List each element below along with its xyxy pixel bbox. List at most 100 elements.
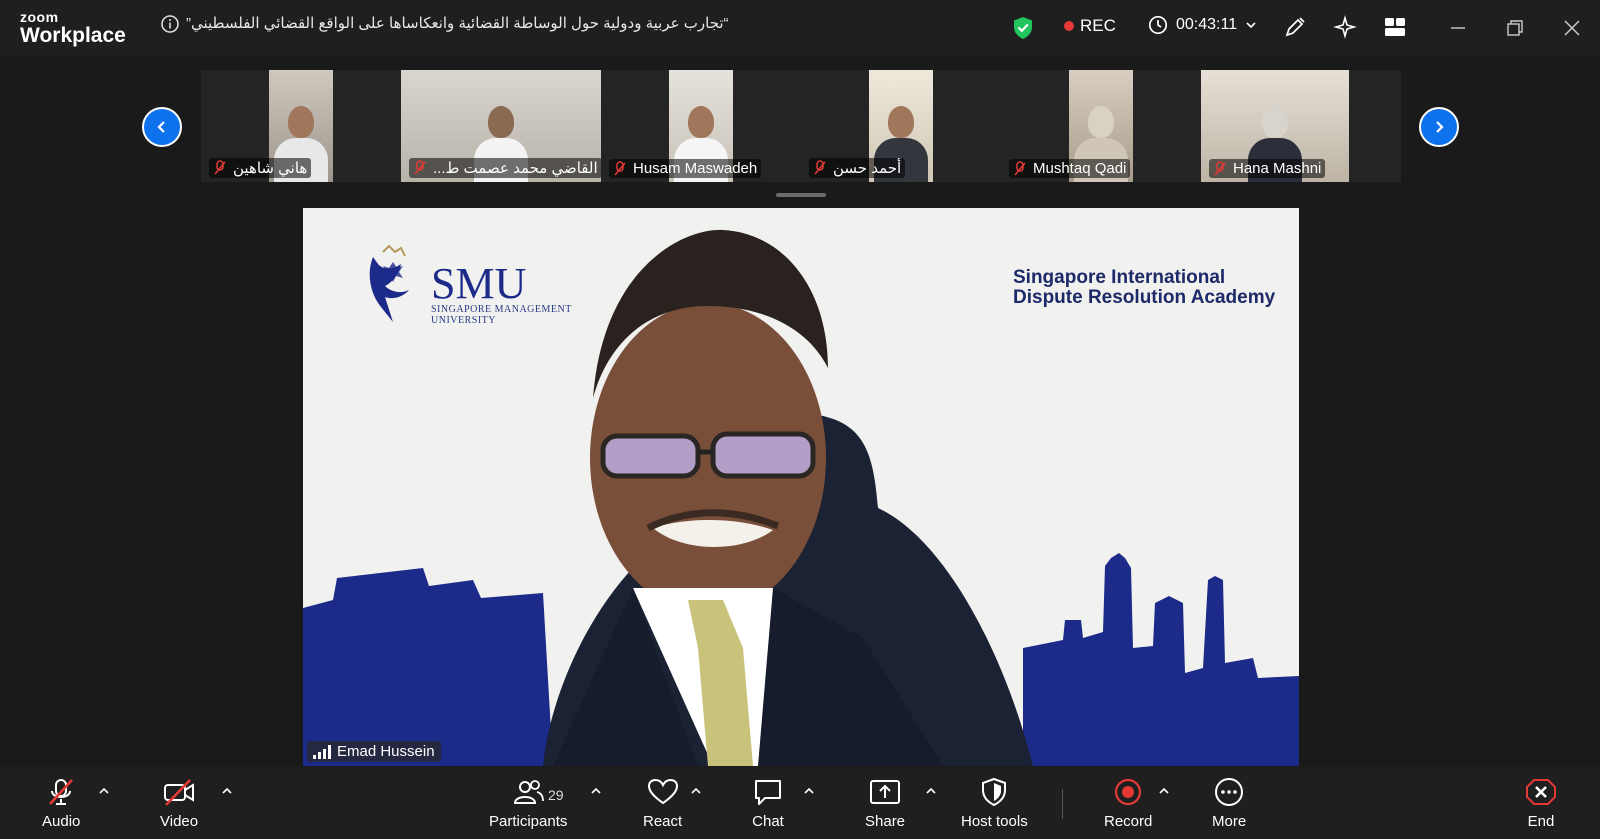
info-icon[interactable] [160, 14, 180, 34]
mic-muted-icon [214, 160, 226, 175]
recording-indicator[interactable]: REC [1064, 16, 1116, 36]
react-label: React [643, 813, 683, 830]
clock-icon [1148, 15, 1168, 35]
filmstrip-resize-handle[interactable] [776, 193, 826, 197]
chevron-left-icon [157, 121, 165, 133]
video-options-caret-icon[interactable] [221, 785, 233, 797]
participant-tile[interactable]: أحمد حسن [801, 70, 1001, 182]
host-tools-button[interactable]: Host tools [961, 777, 1028, 830]
participant-name: Hana Mashni [1233, 160, 1322, 177]
video-label: Video [160, 813, 199, 830]
react-button[interactable]: React [643, 777, 682, 830]
participant-head [888, 106, 914, 138]
ai-companion-sparkle-icon[interactable] [1333, 15, 1357, 39]
chat-button[interactable]: Chat [751, 777, 785, 830]
mic-muted-icon [49, 779, 74, 805]
record-label: Record [1104, 813, 1153, 830]
academy-line-1: Singapore International [1013, 267, 1226, 288]
title-bar: zoom Workplace “تجارب عربية ودولية حول ا… [0, 0, 1600, 56]
participant-name-tag: Husam Maswadeh [609, 159, 762, 178]
participant-tile[interactable]: Hana Mashni [1201, 70, 1401, 182]
meeting-timer[interactable]: 00:43:11 [1148, 15, 1257, 35]
participant-filmstrip: هاني شاهين القاضي محمد عصمت ط... Husam M… [201, 70, 1401, 182]
mic-muted-icon [414, 160, 426, 175]
more-dots-icon [1215, 778, 1244, 806]
audio-button[interactable]: Audio [42, 777, 80, 830]
participant-head [488, 106, 514, 138]
participant-name-tag: هاني شاهين [209, 158, 312, 178]
record-dot-icon [1064, 21, 1074, 31]
share-options-caret-icon[interactable] [925, 785, 937, 797]
participants-options-caret-icon[interactable] [590, 785, 602, 797]
filmstrip-prev-button[interactable] [142, 107, 182, 147]
record-icon [1115, 778, 1142, 806]
chat-bubble-icon [755, 780, 781, 805]
active-speaker-video[interactable]: SMU SINGAPORE MANAGEMENT UNIVERSITY Sing… [303, 208, 1299, 766]
participant-tile[interactable]: Husam Maswadeh [601, 70, 801, 182]
participant-tile[interactable]: هاني شاهين [201, 70, 401, 182]
minimize-icon[interactable] [1446, 16, 1470, 40]
participants-button[interactable]: Participants [489, 777, 567, 830]
record-options-caret-icon[interactable] [1158, 785, 1170, 797]
close-icon[interactable] [1560, 16, 1584, 40]
participants-count: 29 [548, 787, 564, 803]
academy-title: Singapore International Dispute Resoluti… [1013, 268, 1275, 308]
video-button[interactable]: Video [160, 777, 198, 830]
participant-name: Husam Maswadeh [633, 160, 758, 177]
mic-muted-icon [614, 160, 626, 176]
host-shield-icon [982, 777, 1007, 807]
zoom-logo: zoom Workplace [20, 10, 126, 46]
smu-subtitle-line-2: UNIVERSITY [431, 315, 496, 326]
smu-logo-text: SMU [431, 259, 527, 308]
recording-label: REC [1080, 16, 1116, 35]
chat-options-caret-icon[interactable] [803, 785, 815, 797]
encryption-shield-icon[interactable] [1012, 16, 1034, 40]
more-label: More [1212, 813, 1247, 830]
chat-label: Chat [752, 813, 784, 830]
logo-zoom: zoom [20, 9, 59, 25]
participant-name-tag: القاضي محمد عصمت ط... [409, 158, 602, 178]
participants-icon [514, 780, 545, 804]
mic-muted-icon [1214, 160, 1226, 176]
participant-name: أحمد حسن [833, 160, 902, 177]
restore-window-icon[interactable] [1503, 16, 1527, 40]
mic-muted-icon [1014, 160, 1026, 176]
record-button[interactable]: Record [1104, 777, 1152, 830]
smu-logo-subtitle: SINGAPORE MANAGEMENT UNIVERSITY [431, 304, 572, 326]
participant-head [688, 106, 714, 138]
annotate-pen-icon[interactable] [1283, 15, 1307, 39]
participant-name-tag: Hana Mashni [1209, 159, 1326, 178]
speaker-name-tag: Emad Hussein [307, 741, 441, 762]
participants-label: Participants [489, 813, 568, 830]
participant-head [288, 106, 314, 138]
participant-name: Mushtaq Qadi [1033, 160, 1127, 177]
participant-name: هاني شاهين [233, 160, 308, 177]
share-screen-icon [870, 780, 901, 804]
video-off-icon [164, 779, 195, 806]
participant-name-tag: Mushtaq Qadi [1009, 159, 1131, 178]
end-meeting-button[interactable]: End [1524, 777, 1558, 830]
logo-workplace: Workplace [20, 24, 126, 47]
chevron-down-icon [1246, 22, 1256, 29]
participant-tile[interactable]: القاضي محمد عصمت ط... [401, 70, 602, 182]
participant-tile[interactable]: Mushtaq Qadi [1001, 70, 1201, 182]
end-call-icon [1526, 779, 1556, 805]
chevron-right-icon [1436, 121, 1444, 133]
more-button[interactable]: More [1212, 777, 1246, 830]
audio-options-caret-icon[interactable] [98, 785, 110, 797]
react-options-caret-icon[interactable] [690, 785, 702, 797]
meeting-controls-toolbar: Audio Video Participants 29 React Chat S… [0, 767, 1600, 839]
share-label: Share [865, 813, 906, 830]
academy-line-2: Dispute Resolution Academy [1013, 287, 1276, 308]
mic-muted-icon [814, 160, 826, 175]
apps-grid-icon[interactable] [1383, 15, 1407, 39]
audio-label: Audio [42, 813, 81, 830]
filmstrip-next-button[interactable] [1419, 107, 1459, 147]
participant-name-tag: أحمد حسن [809, 158, 906, 178]
participant-head [1088, 106, 1114, 138]
end-label: End [1527, 813, 1555, 830]
share-button[interactable]: Share [865, 777, 905, 830]
elapsed-time: 00:43:11 [1176, 16, 1238, 33]
signal-strength-icon [313, 744, 331, 759]
meeting-title: “تجارب عربية ودولية حول الوساطة القضائية… [186, 15, 729, 32]
